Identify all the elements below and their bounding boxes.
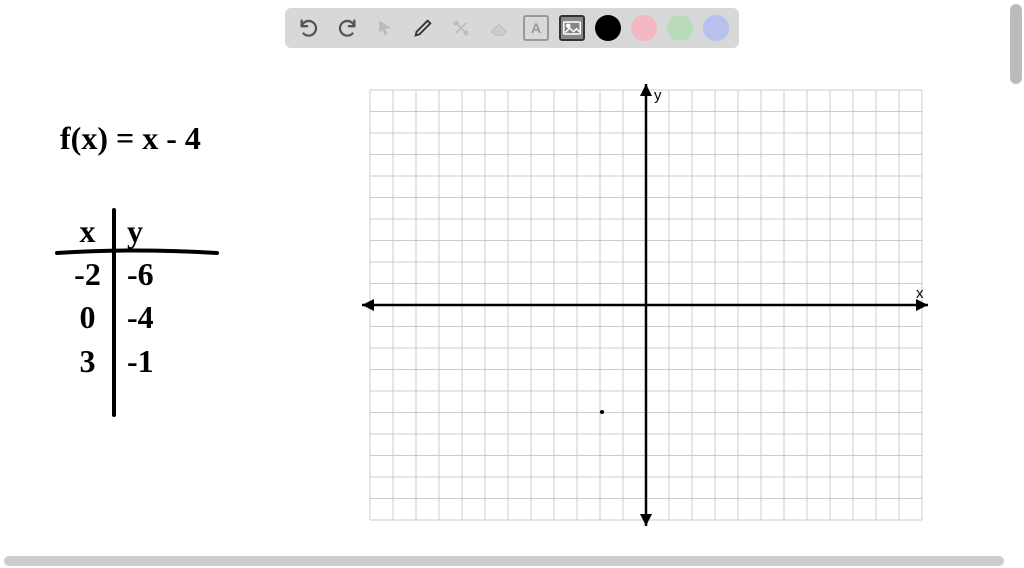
table-row: -2 -6: [60, 253, 185, 296]
vertical-scrollbar[interactable]: [1010, 4, 1022, 84]
table-header-y: y: [115, 210, 185, 253]
tools-button[interactable]: [447, 14, 475, 42]
color-black[interactable]: [595, 15, 621, 41]
redo-button[interactable]: [333, 14, 361, 42]
color-blue[interactable]: [703, 15, 729, 41]
table-row: 3 -1: [60, 340, 185, 383]
table-header-x: x: [60, 210, 115, 253]
color-green[interactable]: [667, 15, 693, 41]
color-pink[interactable]: [631, 15, 657, 41]
undo-button[interactable]: [295, 14, 323, 42]
y-axis-label: y: [654, 87, 662, 104]
horizontal-scrollbar[interactable]: [4, 556, 1004, 566]
toolbar: A: [285, 8, 739, 48]
x-axis-label: x: [916, 285, 924, 302]
coordinate-grid: x y: [350, 80, 930, 530]
eraser-tool[interactable]: [485, 14, 513, 42]
pointer-tool[interactable]: [371, 14, 399, 42]
image-tool[interactable]: [559, 15, 585, 41]
equation-text: f(x) = x - 4: [60, 120, 201, 157]
pencil-tool[interactable]: [409, 14, 437, 42]
text-tool[interactable]: A: [523, 15, 549, 41]
xy-table: x y -2 -6 0 -4 3 -1: [60, 210, 185, 383]
table-row: 0 -4: [60, 296, 185, 339]
